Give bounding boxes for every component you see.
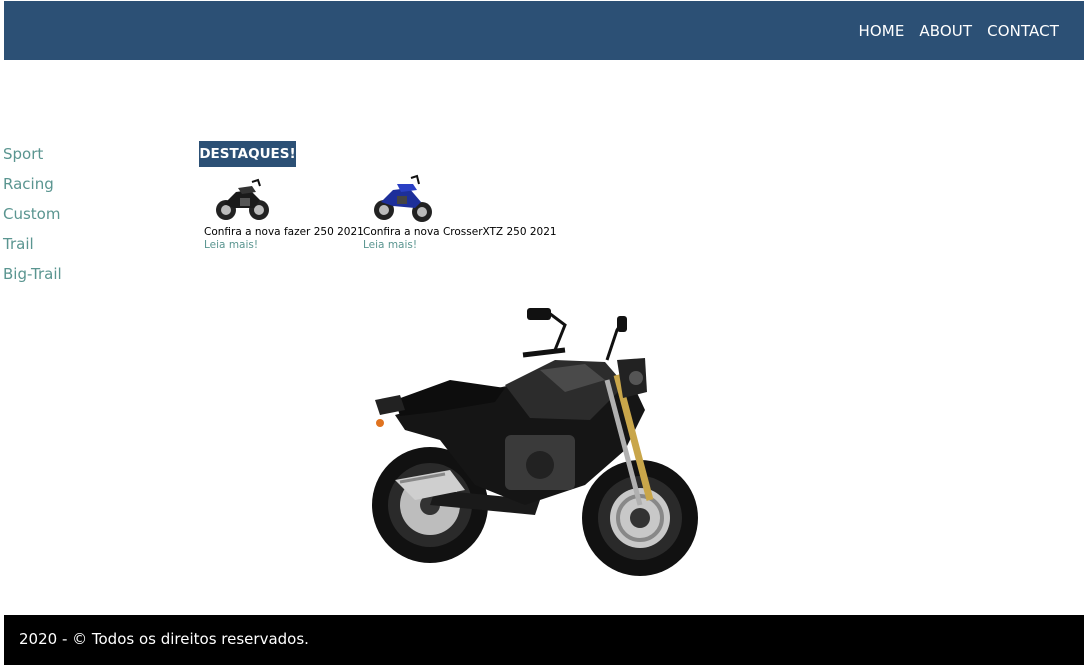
category-sidebar: Sport Racing Custom Trail Big-Trail: [3, 144, 62, 294]
hero-motorcycle-image: [372, 308, 698, 576]
page-footer: 2020 - © Todos os direitos reservados.: [4, 615, 1084, 665]
nav-contact-link[interactable]: CONTACT: [987, 22, 1059, 40]
main-nav: HOME ABOUT CONTACT: [859, 22, 1060, 40]
highlights-title: DESTAQUES!: [199, 141, 296, 167]
nav-about-link[interactable]: ABOUT: [919, 22, 972, 40]
highlight-caption: Confira a nova CrosserXTZ 250 2021: [363, 226, 557, 238]
highlight-card-crosser: Confira a nova CrosserXTZ 250 2021 Leia …: [363, 172, 557, 252]
highlight-card-fazer: Confira a nova fazer 250 2021 Leia mais!: [204, 172, 364, 252]
sidebar-item-trail[interactable]: Trail: [3, 234, 62, 264]
copyright-text: 2020 - © Todos os direitos reservados.: [19, 630, 309, 648]
read-more-link[interactable]: Leia mais!: [363, 239, 557, 252]
nav-home-link[interactable]: HOME: [859, 22, 905, 40]
fazer-thumbnail-image[interactable]: [204, 172, 354, 224]
read-more-link[interactable]: Leia mais!: [204, 239, 364, 252]
highlight-caption: Confira a nova fazer 250 2021: [204, 226, 364, 238]
sidebar-item-racing[interactable]: Racing: [3, 174, 62, 204]
top-header: HOME ABOUT CONTACT: [4, 1, 1084, 60]
page: HOME ABOUT CONTACT Sport Racing Custom T…: [0, 0, 1086, 665]
sidebar-item-sport[interactable]: Sport: [3, 144, 62, 174]
sidebar-item-custom[interactable]: Custom: [3, 204, 62, 234]
sidebar-item-big-trail[interactable]: Big-Trail: [3, 264, 62, 294]
crosser-thumbnail-image[interactable]: [363, 172, 513, 224]
